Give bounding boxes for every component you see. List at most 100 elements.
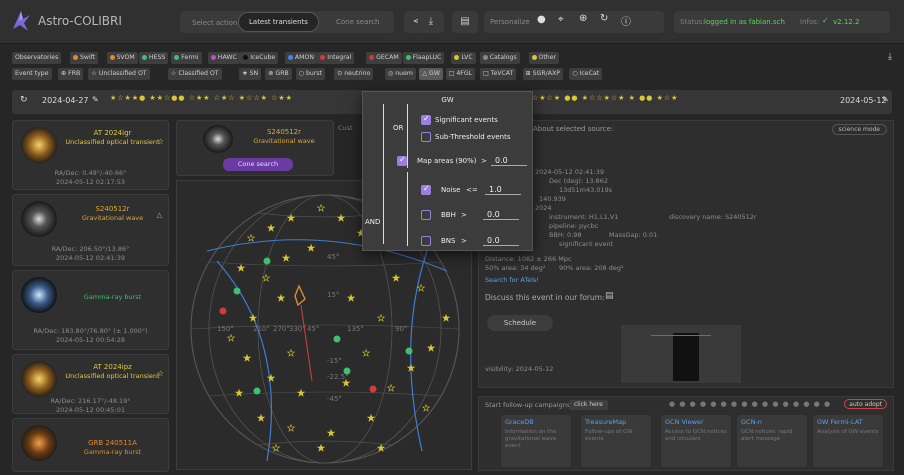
download-icon[interactable]: ⤓ [418,11,444,33]
sky-event-dot[interactable] [405,347,413,355]
observatory-filter-amon[interactable]: AMON [284,52,317,64]
chat-icon[interactable]: ▤ [452,11,478,33]
event-type-filter-frb[interactable]: ⊕ FRB [58,68,84,80]
noise-operator[interactable]: <= [466,186,478,194]
significant-checkbox[interactable] [421,114,431,125]
globe-icon[interactable]: ⊕ [579,13,587,24]
sky-event-star-icon[interactable]: ★ [262,274,271,285]
info-icon[interactable]: ⓘ [621,13,631,28]
bns-value[interactable]: 0.0 [483,236,519,246]
sky-event-star-icon[interactable]: ★ [282,254,291,265]
sky-event-star-icon[interactable]: ★ [287,424,296,435]
sky-event-star-icon[interactable]: ★ [442,314,451,325]
search-atels-link[interactable]: Search for ATels! [485,276,539,284]
sky-event-star-icon[interactable]: ★ [267,224,276,235]
sky-event-star-icon[interactable]: ★ [249,314,258,325]
event-type-filter-icecat[interactable]: ○ IceCat [569,68,603,80]
auto-adopt-toggle[interactable]: auto adopt [844,399,887,409]
event-type-filter-burst[interactable]: ○ burst [295,68,326,80]
reset-timeline-icon[interactable]: ↻ [20,95,28,105]
sky-event-star-icon[interactable]: ★ [367,414,376,425]
noise-value[interactable]: 1.0 [485,185,521,195]
campaign-gracedb[interactable]: GraceDB Information on the gravitational … [501,415,571,467]
observatory-filter-integral[interactable]: Integral [317,52,355,64]
cone-search-button[interactable]: Cone search [326,12,389,32]
sky-event-star-icon[interactable]: ★ [422,404,431,415]
timeline-end-date[interactable]: 2024-05-12 [840,96,887,105]
sky-event-star-icon[interactable]: ★ [327,429,336,440]
science-mode-toggle[interactable]: science mode [831,124,887,135]
visibility-date[interactable]: visibility: 2024-05-12 [485,365,553,373]
sky-event-star-icon[interactable]: ★ [237,264,246,275]
list-item[interactable]: Gamma-ray burst RA/Dec: 183.80°/76.80° (… [12,270,169,350]
sky-event-dot[interactable] [253,387,261,395]
event-type-filter-4fgl[interactable]: □ 4FGL [445,68,476,80]
sky-event-star-icon[interactable]: ★ [297,389,306,400]
sky-event-star-icon[interactable]: ★ [272,444,281,455]
sky-event-star-icon[interactable]: ★ [427,344,436,355]
sky-event-star-icon[interactable]: ★ [417,284,426,295]
sky-event-star-icon[interactable]: ★ [342,379,351,390]
map-areas-checkbox[interactable] [397,155,407,166]
event-type-filter-nuem[interactable]: ◎ nuem [384,68,416,80]
sky-event-star-icon[interactable]: ★ [317,204,326,215]
latest-transients-button[interactable]: Latest transients [238,12,319,32]
event-type-filter-grb[interactable]: ⊗ GRB [265,68,292,80]
sky-event-star-icon[interactable]: ★ [247,234,256,245]
list-item[interactable]: S240512r Gravitational wave △ RA/Dec: 20… [12,194,169,266]
sky-event-star-icon[interactable]: ★ [337,214,346,225]
sky-event-dot[interactable] [233,287,241,295]
observatory-filter-hawc[interactable]: HAWC [207,52,240,64]
sky-event-star-icon[interactable]: ★ [307,244,316,255]
sky-event-dot[interactable] [369,385,377,393]
cone-search-source-button[interactable]: Cone search [223,158,293,171]
edit-start-date-icon[interactable]: ✎ [92,95,99,104]
list-item[interactable]: GRB 240511A Gamma-ray burst [12,418,169,472]
campaign-gw-fermi-lat[interactable]: GW Fermi-LAT Analysis of GW events [813,415,883,467]
sky-event-star-icon[interactable]: ★ [407,364,416,375]
edit-end-date-icon[interactable]: ✎ [882,95,889,104]
sky-event-star-icon[interactable]: ★ [243,354,252,365]
history-icon[interactable]: ↻ [600,13,608,24]
sky-event-dot[interactable] [263,257,271,265]
event-type-filter-neutrino[interactable]: ⊙ neutrino [334,68,374,80]
sky-event-star-icon[interactable]: ★ [392,274,401,285]
schedule-button[interactable]: Schedule [487,315,553,331]
sky-event-star-icon[interactable]: ★ [317,444,326,455]
map-areas-operator[interactable]: > [481,157,487,165]
event-type-filter-unclassified-ot[interactable]: ☆ Unclassified OT [88,68,150,80]
sky-event-star-icon[interactable]: ★ [387,384,396,395]
observatory-filter-gecam[interactable]: GECAM [366,52,402,64]
user-icon[interactable]: ● [537,14,546,25]
location-icon[interactable]: ⌖ [558,14,564,25]
sky-event-star-icon[interactable]: ★ [235,389,244,400]
download-filters-icon[interactable]: ⤓ [888,52,892,62]
sky-event-star-icon[interactable]: ★ [227,334,236,345]
campaign-gcn-n[interactable]: GCN-n GCN notices: rapid alert message [737,415,807,467]
observatory-filter-swift[interactable]: Swift [70,52,99,64]
sky-event-star-icon[interactable]: ★ [287,349,296,360]
sky-event-dot[interactable] [219,307,227,315]
observatory-filter-icecube[interactable]: IceCube [240,52,279,64]
campaign-treasuremap[interactable]: TreasureMap Follow-ups of GW events [581,415,651,467]
event-type-filter-gw[interactable]: △ GW [419,68,443,80]
sky-event-star-icon[interactable]: ★ [257,414,266,425]
observatory-filter-svom[interactable]: SVOM [106,52,138,64]
event-type-filter-tevcat[interactable]: □ TeVCAT [479,68,517,80]
event-type-filter-classified-ot[interactable]: ☆ Classified OT [167,68,222,80]
campaign-pager-dots[interactable]: ● ● ● ● ● ● ● ● ● ● ● ● ● ● ● ● [669,400,831,408]
timeline-start-date[interactable]: 2024-04-27 [42,96,89,105]
sky-event-star-icon[interactable]: ★ [277,294,286,305]
map-areas-value[interactable]: 0.0 [491,156,527,166]
bbh-value[interactable]: 0.0 [483,210,519,220]
sky-event-star-icon[interactable]: ★ [377,444,386,455]
list-item[interactable]: AT 2024igr Unclassified optical transien… [12,120,169,190]
observatory-filter-lvc[interactable]: LVC [451,52,476,64]
bns-operator[interactable]: > [461,237,467,245]
campaign-gcn-viewer[interactable]: GCN Viewer Access to GCN notices and circ… [661,415,731,467]
observatory-filter-flaapluc[interactable]: FlaapLUC [402,52,445,64]
observatory-filter-hess[interactable]: HESS [138,52,169,64]
event-type-filter-sn[interactable]: ★ SN [239,68,262,80]
timeline-events-right[interactable]: ☆★☆★ ●● ★☆☆★☆★ ★ ●● ★☆★ [532,94,832,110]
sky-event-star-icon[interactable]: ★ [347,294,356,305]
